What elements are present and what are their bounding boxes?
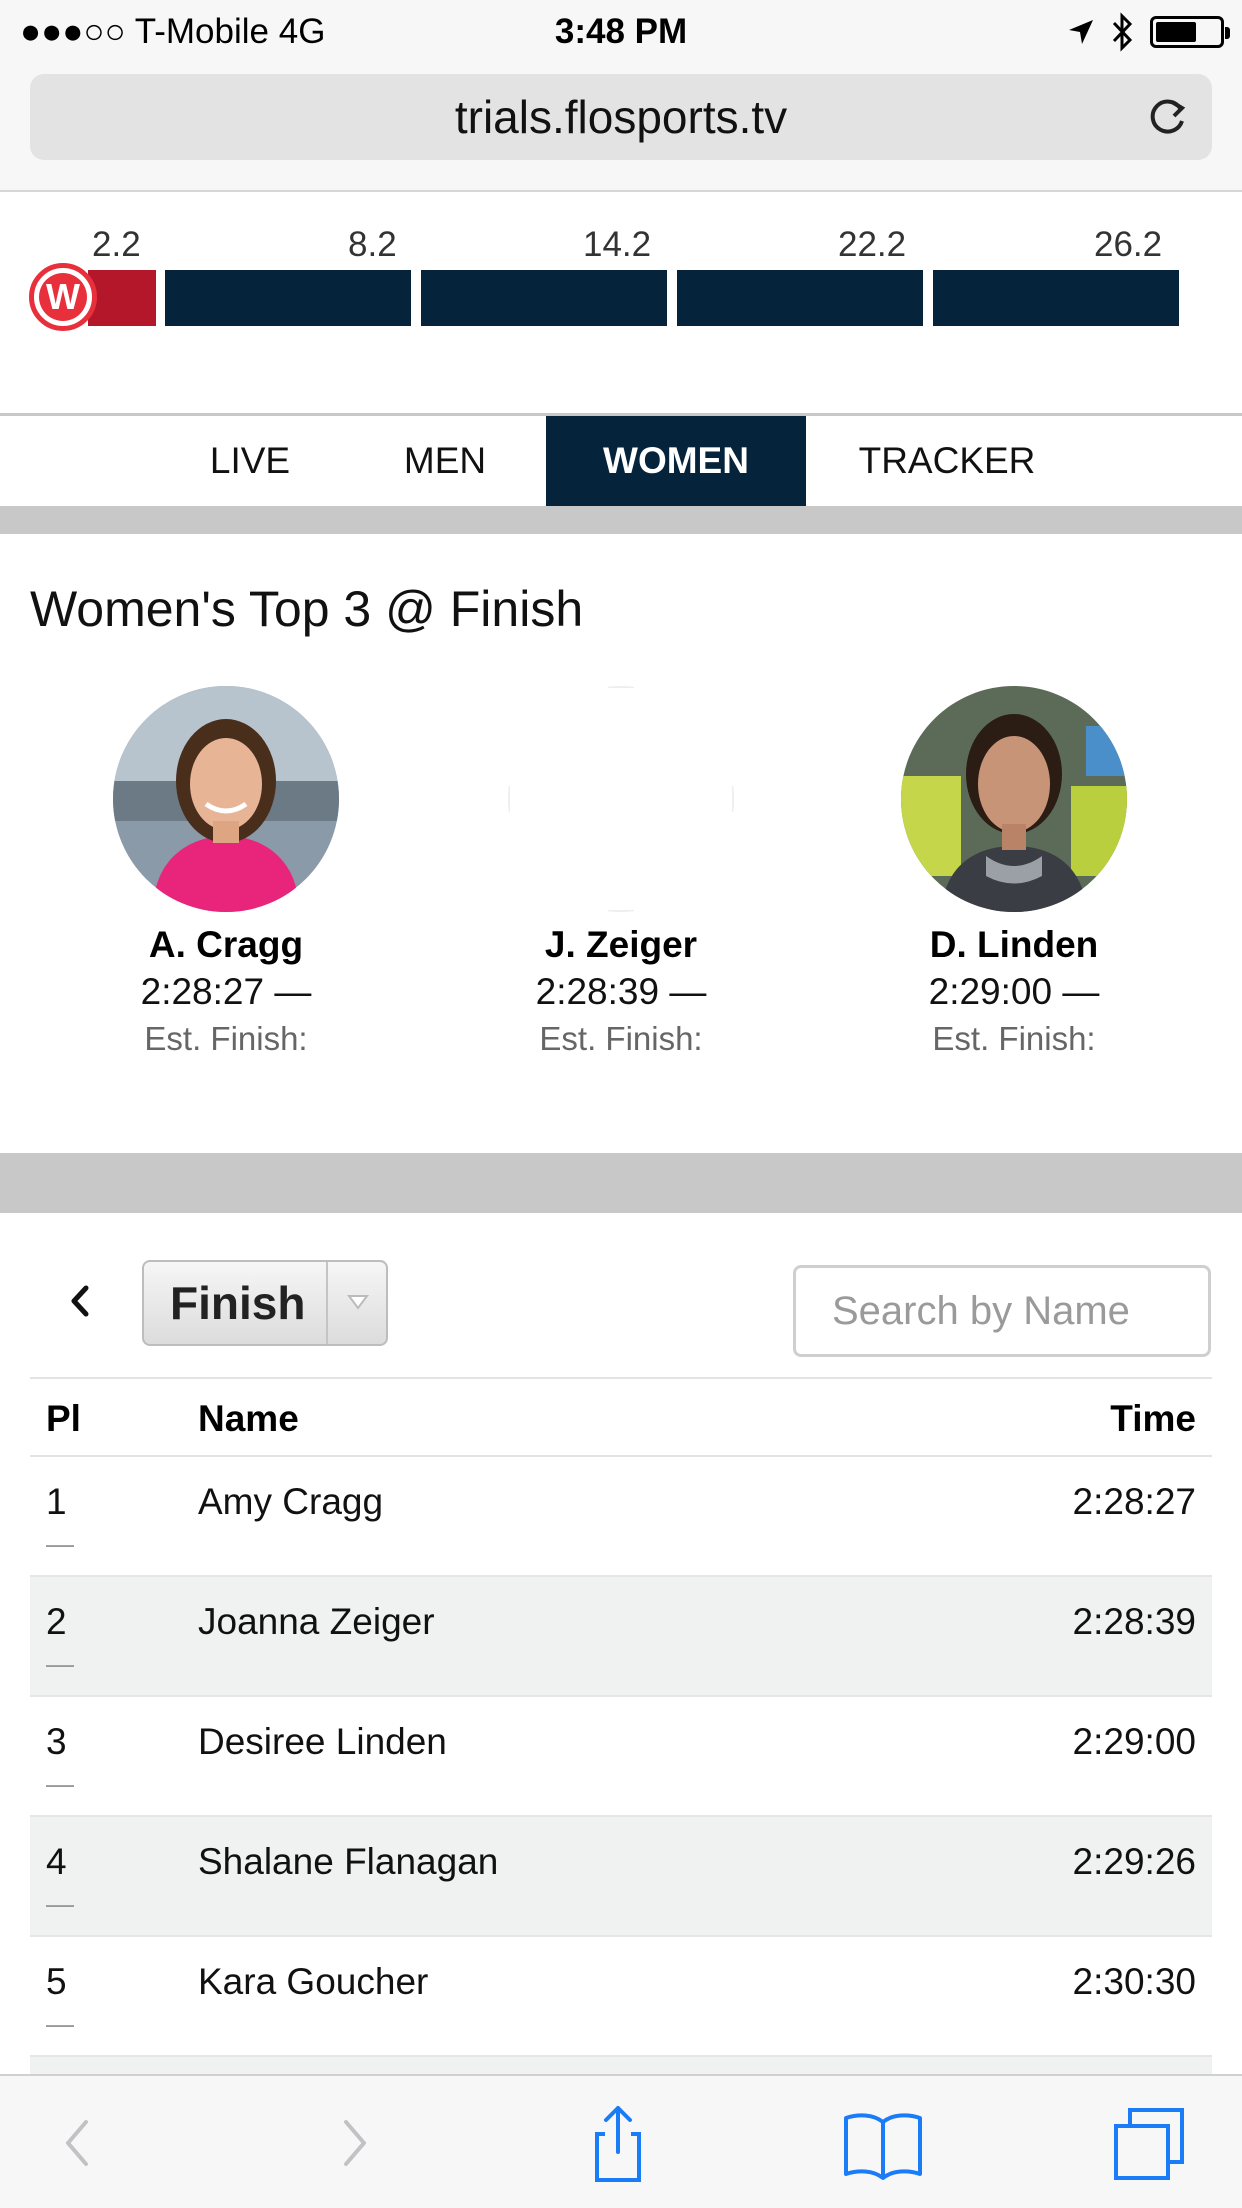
row-sub: — [46,1528,74,1559]
athlete-time: 2:28:27 — [140,971,312,1012]
athlete-time: 2:29:00 — [928,971,1100,1012]
mile-marker: 14.2 [583,225,652,264]
row-place: 4 [46,1841,67,1882]
bluetooth-icon [1112,12,1133,52]
share-icon[interactable] [575,2100,661,2186]
tab-men[interactable]: MEN [360,416,530,506]
row-time: 2:28:39 [1072,1601,1196,1642]
battery-icon [1150,16,1230,48]
athlete-card[interactable]: D. Linden 2:29:00 — Est. Finish: [814,686,1214,1062]
progress-segment [421,270,667,326]
tab-tracker[interactable]: TRACKER [840,416,1054,506]
progress-segment [677,270,923,326]
athlete-card[interactable]: J. Zeiger 2:28:39 — Est. Finish: [421,686,821,1062]
row-time: 2:30:30 [1072,1961,1196,2002]
row-name: Amy Cragg [198,1481,384,1522]
athlete-name: J. Zeiger [544,924,698,965]
table-row[interactable]: 1 — Amy Cragg 2:28:27 [30,1457,1212,1577]
split-select[interactable]: Finish [142,1260,388,1346]
caret-down-icon [326,1262,386,1344]
mile-marker: 26.2 [1094,225,1163,264]
row-place: 5 [46,1961,67,2002]
athlete-card[interactable]: A. Cragg 2:28:27 — Est. Finish: [26,686,426,1062]
athlete-est-finish: Est. Finish: [144,1020,308,1057]
status-icons [1066,10,1230,54]
avatar [901,686,1127,912]
results-table: Pl Name Time 1 — Amy Cragg 2:28:27 2 — J… [30,1377,1212,2057]
athlete-name: A. Cragg [148,924,304,965]
column-header-time[interactable]: Time [1110,1379,1196,1459]
chevron-left-icon[interactable] [56,1276,106,1326]
athlete-time: 2:28:39 — [535,971,707,1012]
women-leader-marker[interactable]: W [29,263,97,331]
avatar [508,686,734,912]
athlete-est-finish: Est. Finish: [539,1020,703,1057]
row-time: 2:29:00 [1072,1721,1196,1762]
back-icon[interactable] [36,2100,122,2186]
browser-toolbar [0,2074,1242,2208]
url-text: trials.flosports.tv [454,91,788,143]
marker-label: W [39,273,87,321]
table-row[interactable]: 2 — Joanna Zeiger 2:28:39 [30,1577,1212,1697]
mile-marker: 8.2 [348,225,397,264]
section-title: Women's Top 3 @ Finish [30,581,584,637]
progress-segment [933,270,1179,326]
reload-icon[interactable] [1144,94,1190,140]
avatar [113,686,339,912]
row-name: Desiree Linden [198,1721,447,1762]
location-arrow-icon [1069,20,1093,44]
row-sub: — [46,1648,74,1679]
row-name: Kara Goucher [198,1961,429,2002]
status-time: 3:48 PM [554,12,688,51]
tab-women[interactable]: WOMEN [546,416,806,506]
tabs-icon[interactable] [1106,2100,1192,2186]
athlete-est-finish: Est. Finish: [932,1020,1096,1057]
mile-marker: 2.2 [92,225,141,264]
row-time: 2:29:26 [1072,1841,1196,1882]
row-name: Joanna Zeiger [198,1601,435,1642]
progress-segment-completed [88,270,156,326]
section-divider [0,1153,1242,1213]
row-place: 2 [46,1601,67,1642]
row-time: 2:28:27 [1072,1481,1196,1522]
tab-live[interactable]: LIVE [170,416,330,506]
split-select-value: Finish [170,1277,306,1329]
row-place: 3 [46,1721,67,1762]
table-row[interactable]: 5 — Kara Goucher 2:30:30 [30,1937,1212,2057]
table-row[interactable]: 4 — Shalane Flanagan 2:29:26 [30,1817,1212,1937]
column-header-name[interactable]: Name [198,1379,299,1459]
row-name: Shalane Flanagan [198,1841,499,1882]
row-sub: — [46,2008,74,2039]
bookmarks-icon[interactable] [840,2100,926,2186]
browser-top-bar: ●●●○○ T-Mobile 4G 3:48 PM trials.flospor… [0,0,1242,192]
progress-segment [165,270,411,326]
athlete-name: D. Linden [929,924,1099,965]
mile-marker: 22.2 [838,225,907,264]
row-place: 1 [46,1481,67,1522]
row-sub: — [46,1768,74,1799]
row-sub: — [46,1888,74,1919]
table-header: Pl Name Time [30,1377,1212,1457]
column-header-place[interactable]: Pl [46,1379,81,1459]
search-input[interactable] [793,1265,1211,1357]
forward-icon[interactable] [310,2100,396,2186]
address-bar[interactable]: trials.flosports.tv [30,74,1212,160]
section-divider [0,506,1242,534]
table-row[interactable]: 3 — Desiree Linden 2:29:00 [30,1697,1212,1817]
